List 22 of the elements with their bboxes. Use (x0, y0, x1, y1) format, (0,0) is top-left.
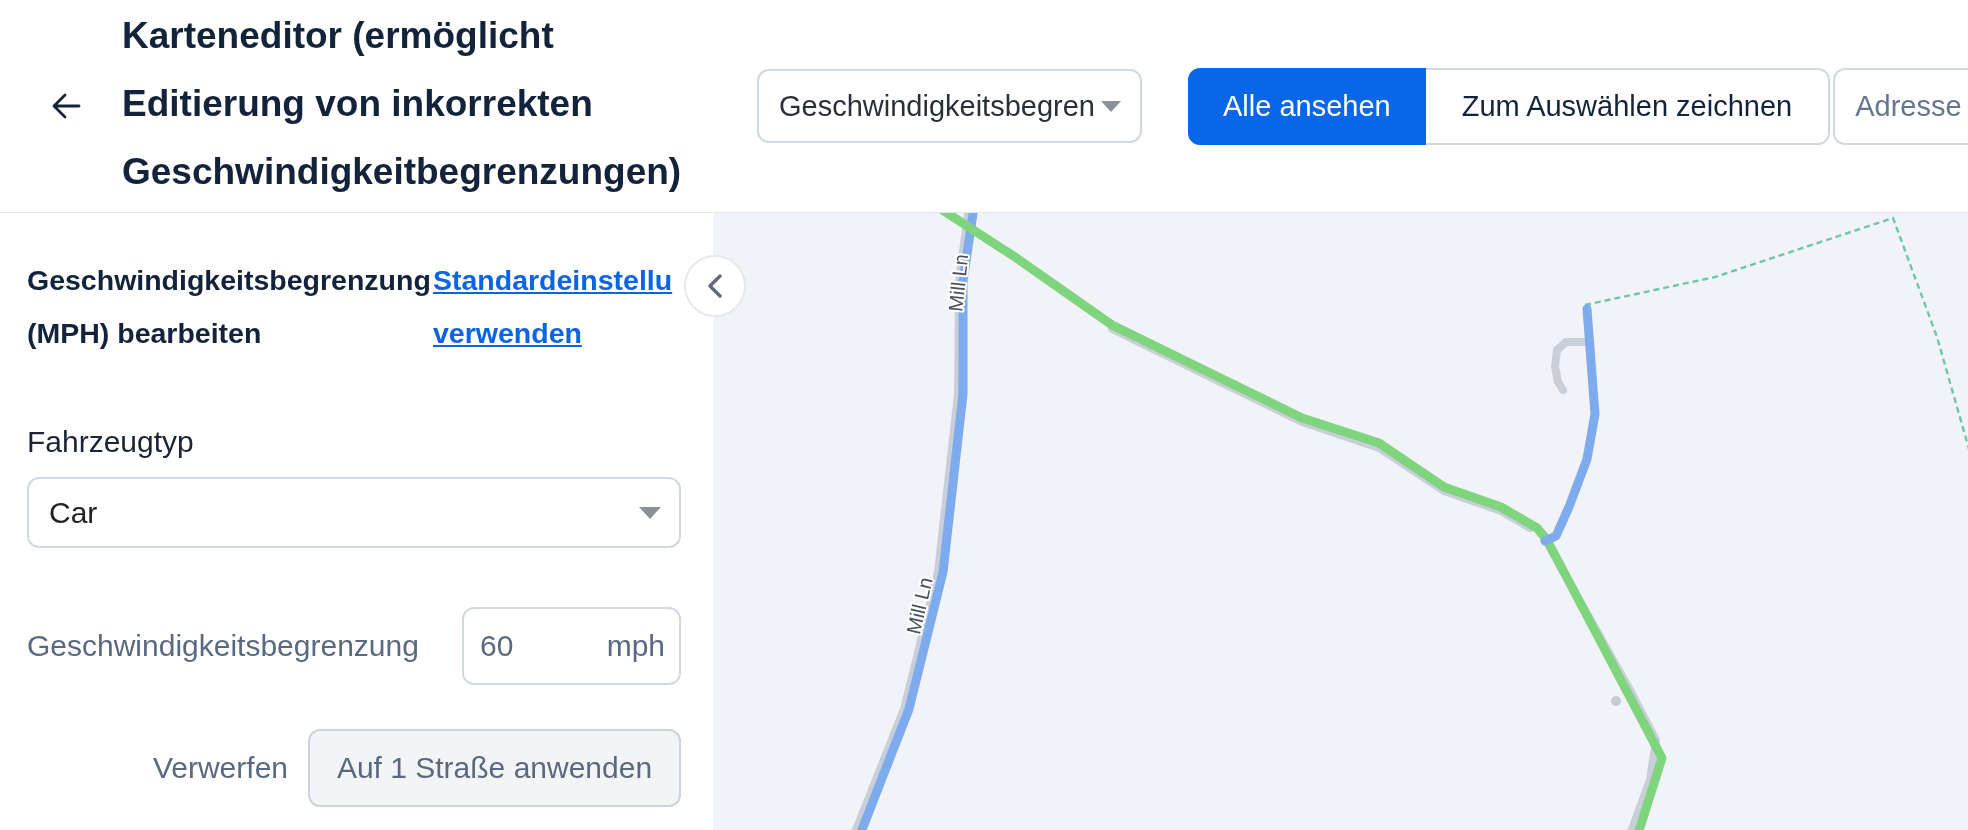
discard-button[interactable]: Verwerfen (152, 751, 288, 785)
speed-value-input[interactable]: 60 (480, 629, 570, 663)
map-canvas[interactable]: Mill Ln Mill Ln (713, 213, 1968, 830)
road-dot-icon (1611, 696, 1621, 706)
default-settings-link[interactable]: Standardeinstellu verwenden (433, 254, 677, 360)
page-title: Karteneditor (ermöglicht Editierung von inkorrekten Geschwindigkeitbegrenzungen) (122, 13, 683, 194)
vehicle-type-label: Fahrzeugtyp (27, 424, 195, 460)
back-arrow-icon[interactable] (51, 93, 81, 119)
road-label: Mill Ln (944, 252, 973, 313)
address-field[interactable]: Adresse (1833, 67, 1968, 145)
caret-icon (639, 506, 661, 519)
speed-limit-field[interactable]: 60 mph (462, 607, 681, 685)
panel-heading: Geschwindigkeitsbegrenzung (MPH) bearbeiten (27, 263, 432, 351)
chevron-left-icon (708, 274, 722, 298)
speed-limit-label: Geschwindigkeitsbegrenzung (27, 629, 419, 663)
road-label: Mill Ln (902, 575, 937, 637)
view-mode-tab[interactable]: Alle ansehen (1188, 67, 1426, 145)
unit-label: mph (606, 629, 665, 663)
vehicle-type-dropdown[interactable]: Car (27, 477, 681, 548)
view-mode-tab[interactable]: Zum Auswählen zeichnen (1425, 67, 1831, 145)
layer-dropdown[interactable]: Geschwindigkeitsbegren (757, 69, 1142, 143)
caret-icon (1100, 100, 1121, 112)
